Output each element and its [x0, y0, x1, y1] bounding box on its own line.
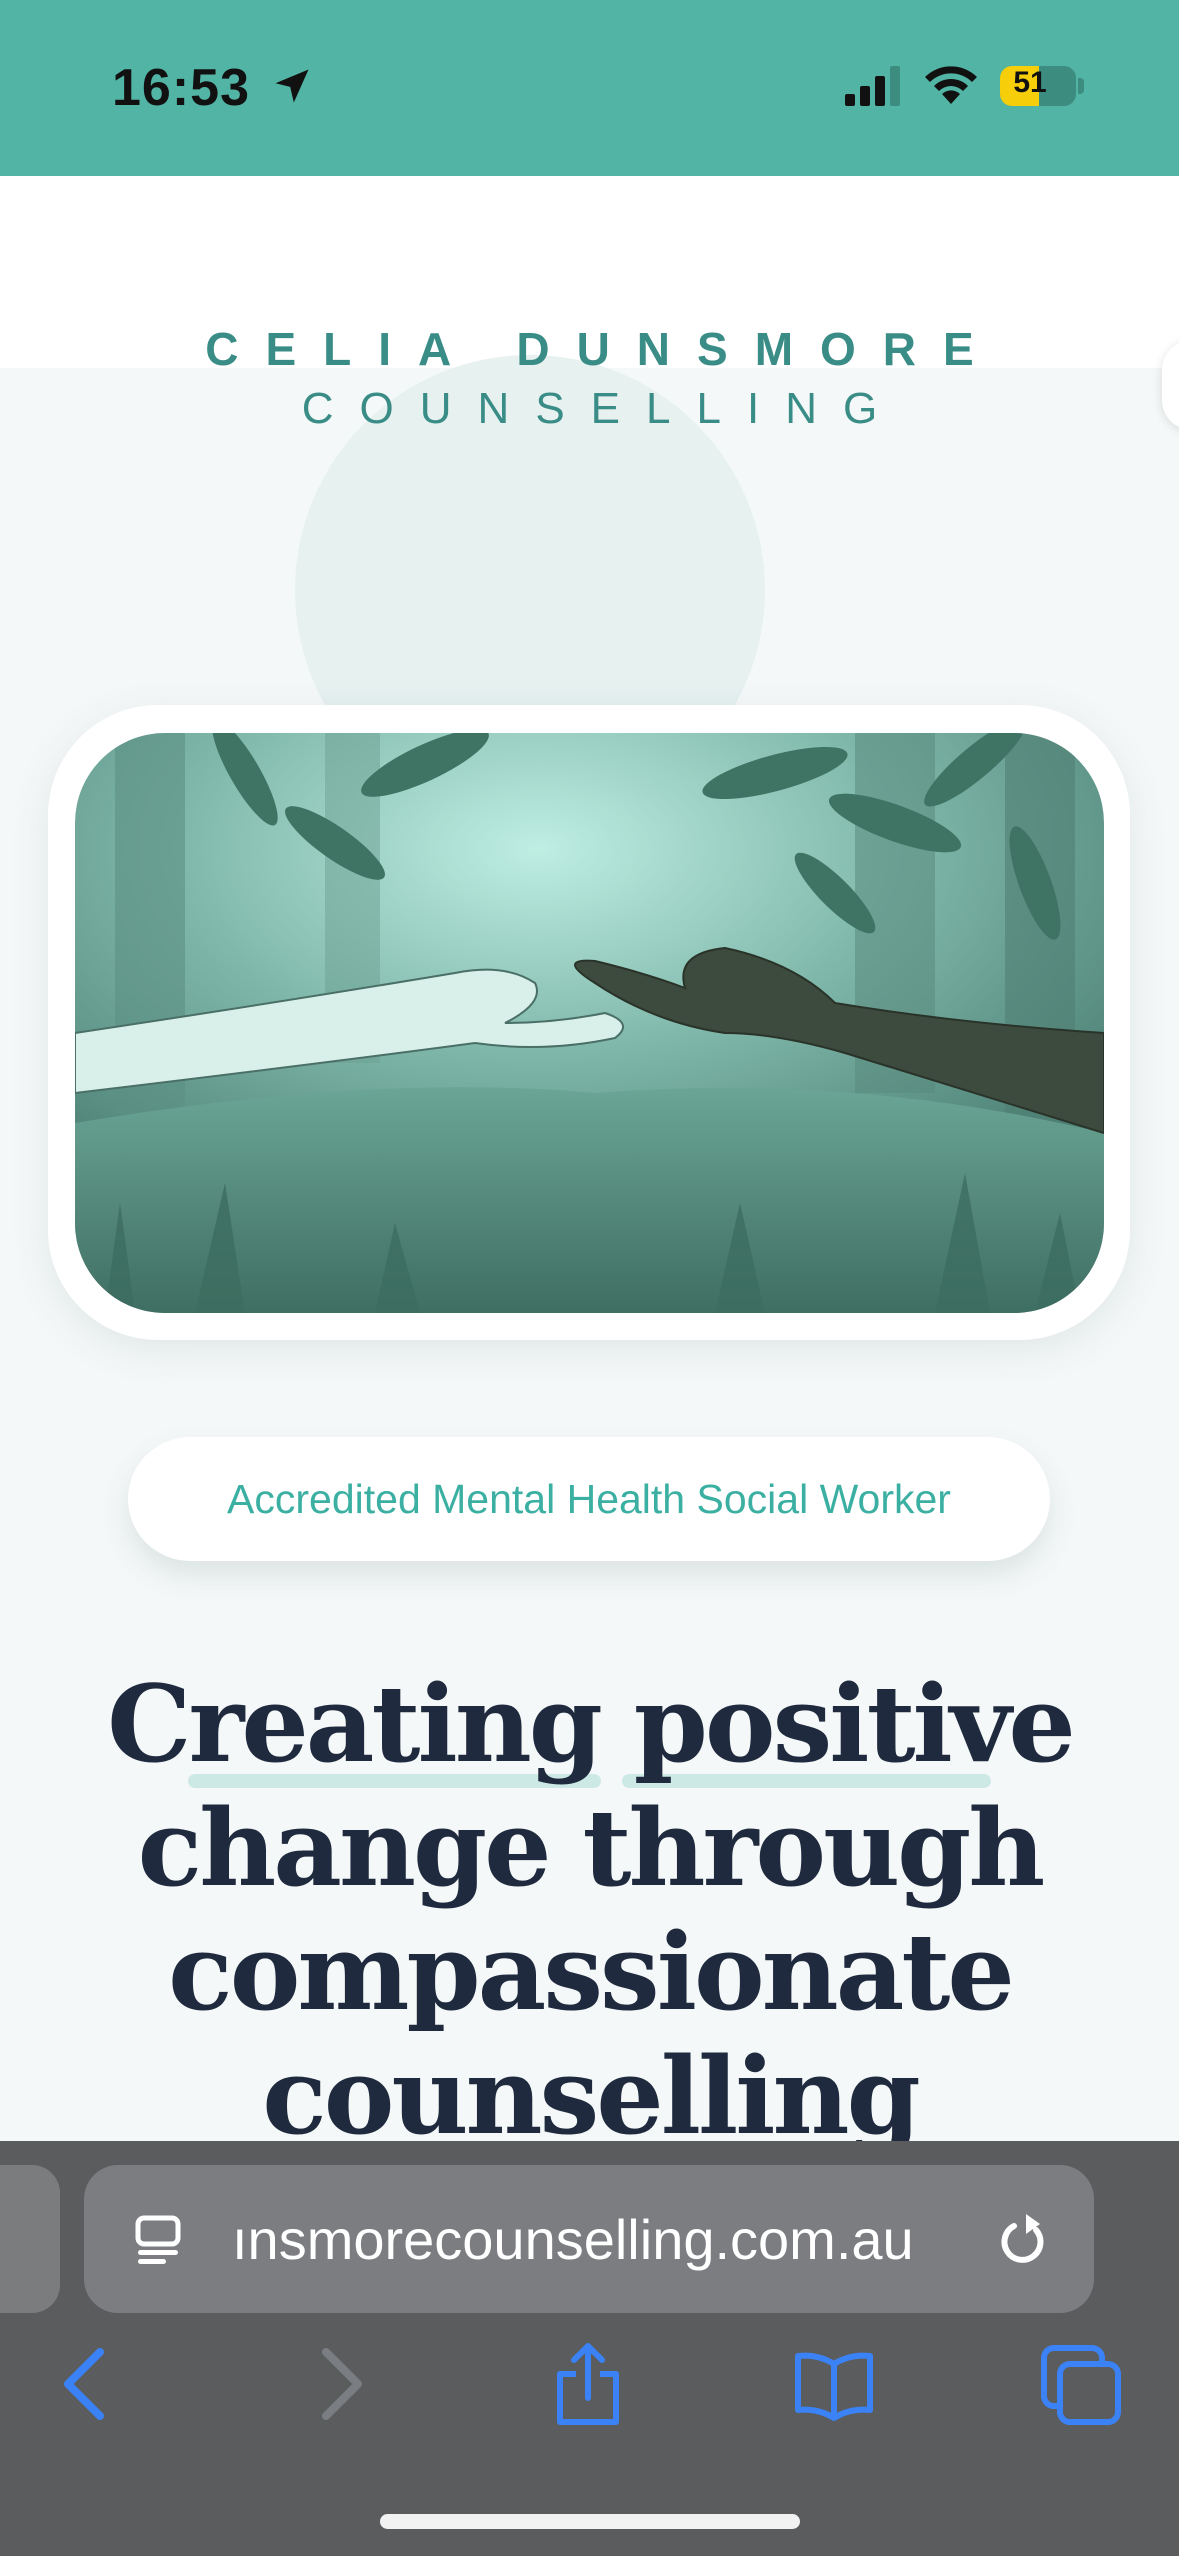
share-icon[interactable]: [546, 2342, 630, 2426]
forward-icon[interactable]: [298, 2342, 382, 2426]
headline-line: Creating positive: [107, 1661, 1076, 1786]
battery-icon: 51: [1000, 66, 1076, 106]
credential-badge: Accredited Mental Health Social Worker: [128, 1437, 1050, 1561]
back-icon[interactable]: [44, 2342, 128, 2426]
headline-line: compassionate: [168, 1909, 1015, 2034]
hero-image: [75, 733, 1104, 1313]
location-arrow-icon: [275, 69, 309, 103]
brand-logo-line1[interactable]: CELIA DUNSMORE: [0, 322, 1179, 376]
url-text[interactable]: ınsmorecounselling.com.au: [232, 2205, 972, 2275]
headline-line: counselling: [262, 2033, 920, 2158]
reload-icon[interactable]: [996, 2208, 1052, 2272]
tabs-icon[interactable]: [1038, 2342, 1122, 2426]
screen: 16:53 51 CELIA DUNSMORE COUNSELLING Accr…: [0, 0, 1179, 2556]
cellular-signal-icon: [845, 66, 900, 106]
bookmarks-icon[interactable]: [792, 2342, 876, 2426]
reader-icon[interactable]: [130, 2212, 186, 2268]
status-time: 16:53: [112, 59, 250, 117]
brand-logo-line2[interactable]: COUNSELLING: [0, 384, 1179, 434]
home-indicator[interactable]: [380, 2514, 800, 2529]
previous-tab-peek[interactable]: [0, 2165, 60, 2313]
hero-headline: Creating positive change through compass…: [90, 1662, 1090, 2158]
status-bar: 16:53 51: [0, 0, 1179, 176]
battery-level: 51: [1013, 66, 1047, 99]
wifi-icon: [925, 66, 977, 104]
headline-line: change through: [137, 1785, 1046, 1910]
battery-cap: [1078, 78, 1084, 94]
